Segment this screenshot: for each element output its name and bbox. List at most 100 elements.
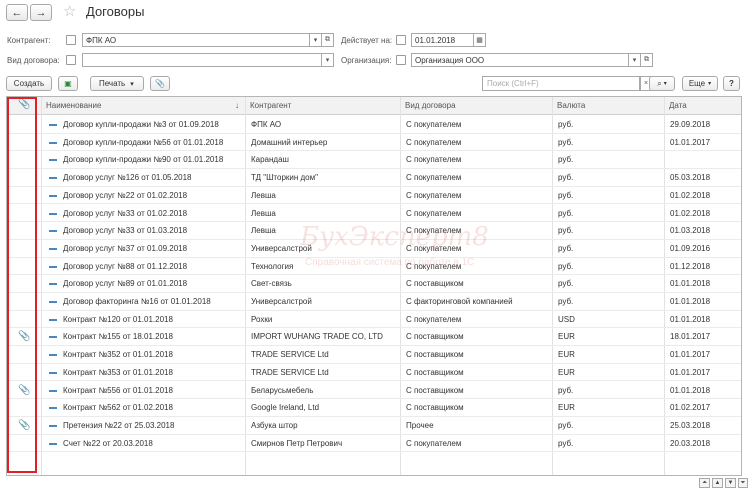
forward-button[interactable]: →	[30, 4, 52, 21]
counterparty-field[interactable]: ФПК АО	[82, 33, 310, 47]
row-marker-icon	[49, 283, 57, 286]
table-row[interactable]: Договор факторинга №16 от 01.01.2018 Унив…	[7, 293, 741, 311]
contract-type-checkbox[interactable]	[66, 55, 76, 65]
cell-currency: USD	[558, 314, 575, 324]
more-button[interactable]: Еще ▾	[682, 76, 718, 91]
organization-dropdown-button[interactable]: ▾	[629, 53, 641, 67]
cell-date: 01.01.2018	[670, 314, 711, 324]
cell-counterparty: Смирнов Петр Петрович	[251, 438, 343, 448]
cell-name: Договор купли-продажи №56 от 01.01.2018	[63, 137, 224, 147]
cell-date: 01.01.2018	[670, 297, 711, 306]
counterparty-dropdown-button[interactable]: ▾	[310, 33, 322, 47]
contract-type-label: Вид договора:	[7, 56, 60, 65]
search-input[interactable]: Поиск (Ctrl+F)	[482, 76, 640, 91]
arrow-up-icon: ▲	[714, 480, 721, 486]
chevron-down-icon: ▾	[632, 57, 637, 64]
star-icon[interactable]: ☆	[63, 2, 76, 20]
contract-type-dropdown-button[interactable]: ▾	[322, 53, 334, 67]
row-marker-icon	[49, 177, 57, 180]
table-row[interactable]: 📎 Претензия №22 от 25.03.2018 Азбука штор П…	[7, 417, 741, 435]
scroll-down-button[interactable]: ▼	[725, 478, 736, 488]
cell-counterparty: Домашний интерьер	[251, 137, 328, 147]
cell-date: 01.02.2017	[670, 403, 711, 413]
calendar-button[interactable]: ▦	[474, 33, 486, 47]
column-header-name[interactable]: Наименование ↓	[41, 97, 245, 115]
scroll-top-button[interactable]: ⏶	[699, 478, 710, 488]
table-row[interactable]: 📎 Контракт №155 от 18.01.2018 IMPORT WUHAN…	[7, 328, 741, 347]
table-row[interactable]: Счет №22 от 20.03.2018 Смирнов Петр Петро…	[7, 435, 741, 453]
page-title: Договоры	[86, 4, 145, 19]
row-marker-icon	[49, 336, 57, 339]
cell-name: Договор услуг №88 от 01.12.2018	[63, 261, 188, 271]
column-header-counterparty[interactable]: Контрагент	[245, 97, 400, 115]
search-icon: ⌕	[657, 78, 662, 88]
table-row[interactable]: Контракт №562 от 01.02.2018 Google Irelan…	[7, 399, 741, 417]
organization-label: Организация:	[341, 56, 392, 65]
table-row[interactable]: Договор услуг №126 от 01.05.2018 ТД "Штор…	[7, 169, 741, 187]
cell-counterparty: Беларусьмебель	[251, 385, 314, 395]
cell-type: С покупателем	[406, 438, 462, 448]
search-button[interactable]: ⌕ ▾	[649, 76, 675, 91]
table-row[interactable]: Договор купли-продажи №56 от 01.01.2018 Д…	[7, 134, 741, 152]
table-row[interactable]: Контракт №120 от 01.01.2018 Рохки С покупа…	[7, 311, 741, 329]
open-icon: ⧉	[325, 36, 330, 43]
cell-counterparty: TRADE SERVICE Ltd	[251, 367, 329, 377]
column-header-currency[interactable]: Валюта	[552, 97, 664, 115]
table-row[interactable]: Контракт №352 от 01.01.2018 TRADE SERVICE…	[7, 346, 741, 364]
cell-date: 01.12.2018	[670, 261, 711, 271]
row-marker-icon	[49, 124, 57, 126]
table-row[interactable]: Контракт №353 от 01.01.2018 TRADE SERVICE…	[7, 364, 741, 382]
scroll-up-button[interactable]: ▲	[712, 478, 723, 488]
table-row[interactable]: Договор купли-продажи №3 от 01.09.2018 ФП…	[7, 116, 741, 134]
cell-date: 25.03.2018	[670, 420, 711, 430]
counterparty-checkbox[interactable]	[66, 35, 76, 45]
cell-currency: руб.	[558, 420, 574, 430]
cell-counterparty: Азбука штор	[251, 420, 298, 430]
cell-currency: руб.	[558, 226, 574, 236]
row-marker-icon	[49, 265, 57, 268]
table-row[interactable]: Договор услуг №33 от 01.02.2018 Левша С по…	[7, 205, 741, 223]
scroll-bottom-button[interactable]: ⏷	[738, 478, 748, 488]
column-label: Дата	[669, 101, 687, 110]
column-header-contract-type[interactable]: Вид договора	[400, 97, 552, 115]
contract-type-field[interactable]	[82, 53, 322, 67]
chevron-down-icon: ▾	[130, 80, 134, 88]
attach-button[interactable]: 📎	[150, 76, 170, 91]
counterparty-open-button[interactable]: ⧉	[322, 33, 334, 47]
create-button[interactable]: Создать	[6, 76, 52, 91]
cell-name: Договор купли-продажи №3 от 01.09.2018	[63, 120, 219, 129]
effective-date-checkbox[interactable]	[396, 35, 406, 45]
cell-name: Договор услуг №33 от 01.03.2018	[63, 226, 188, 236]
table-row[interactable]: Договор услуг №89 от 01.01.2018 Свет-связ…	[7, 275, 741, 293]
cell-name: Договор услуг №22 от 01.02.2018	[63, 190, 188, 200]
cell-counterparty: Левша	[251, 208, 276, 218]
column-label: Вид договора	[405, 101, 456, 110]
cell-currency: руб.	[558, 279, 574, 289]
cell-type: Прочее	[406, 420, 434, 430]
effective-date-field[interactable]: 01.01.2018	[411, 33, 474, 47]
organization-checkbox[interactable]	[396, 55, 406, 65]
table-row[interactable]: 📎 Контракт №556 от 01.01.2018 Беларусьмебе…	[7, 382, 741, 400]
column-header-date[interactable]: Дата	[664, 97, 741, 115]
row-marker-icon	[49, 194, 57, 197]
arrow-down-icon: ▼	[727, 480, 734, 486]
save-excel-button[interactable]: ▣	[58, 76, 78, 91]
counterparty-label: Контрагент:	[7, 36, 51, 45]
cell-name: Контракт №155 от 18.01.2018	[63, 332, 173, 342]
cell-date: 01.03.2018	[670, 226, 711, 236]
cell-counterparty: Свет-связь	[251, 279, 292, 289]
print-button[interactable]: Печать ▾	[90, 76, 144, 91]
cell-currency: руб.	[558, 385, 574, 395]
table-row[interactable]: Договор услуг №22 от 01.02.2018 Левша С по…	[7, 187, 741, 205]
cell-type: С покупателем	[406, 120, 462, 129]
cell-type: С поставщиком	[406, 350, 464, 360]
back-button[interactable]: ←	[6, 4, 28, 21]
help-button[interactable]: ?	[723, 76, 740, 91]
table-row[interactable]: Договор купли-продажи №90 от 01.01.2018 К…	[7, 151, 741, 170]
organization-field[interactable]: Организация ООО	[411, 53, 629, 67]
cell-date: 18.01.2017	[670, 332, 711, 342]
cell-type: С покупателем	[406, 314, 462, 324]
row-marker-icon	[49, 318, 57, 321]
organization-open-button[interactable]: ⧉	[641, 53, 653, 67]
cell-currency: руб.	[558, 137, 574, 147]
